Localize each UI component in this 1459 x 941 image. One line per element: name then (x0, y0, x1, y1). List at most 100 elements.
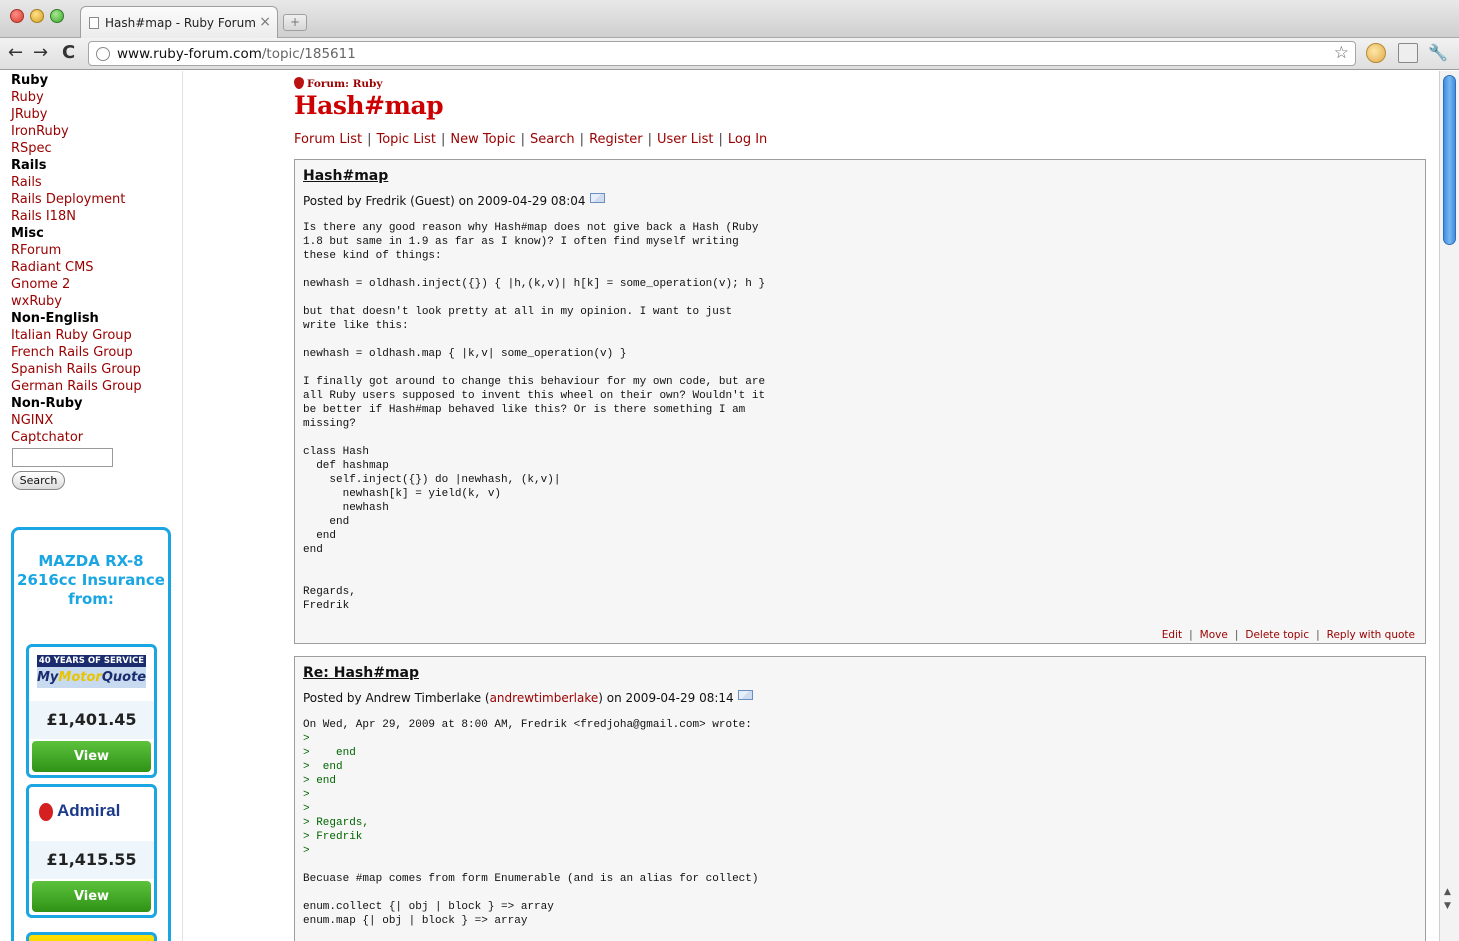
sidebar-link[interactable]: Italian Ruby Group (11, 327, 142, 344)
post-title[interactable]: Re: Hash#map (303, 665, 419, 681)
ad-headline-line1: MAZDA RX-8 (38, 552, 144, 570)
url-path: /topic/185611 (261, 46, 356, 62)
minimize-window-button[interactable] (30, 9, 44, 23)
back-button[interactable]: ← (8, 42, 23, 64)
logo-part-motor: Motor (58, 670, 102, 685)
nav-link[interactable]: Search (530, 132, 575, 147)
page-title: Hash#map (294, 91, 444, 120)
nav-separator: | (367, 132, 372, 147)
quoted-text: > > end > end > end > > > Regards, > Fre… (303, 733, 370, 857)
sidebar-link[interactable]: Rails I18N (11, 208, 142, 225)
nav-link[interactable]: Forum List (294, 132, 362, 147)
close-window-button[interactable] (10, 9, 24, 23)
sidebar-link[interactable]: Captchator (11, 429, 142, 446)
reload-button[interactable]: C (62, 42, 75, 64)
view-quote-button[interactable]: View (32, 741, 151, 772)
quote-price: £1,415.55 (29, 841, 154, 879)
admiral-mark-icon (39, 803, 53, 821)
action-separator: | (1189, 629, 1193, 641)
mymotorquote-logo: 40 YEARS OF SERVICE MyMotorQuote (29, 647, 154, 701)
nav-separator: | (579, 132, 585, 147)
zoom-window-button[interactable] (50, 9, 64, 23)
post-title[interactable]: Hash#map (303, 168, 388, 184)
nav-separator: | (520, 132, 525, 147)
sidebar-link[interactable]: German Rails Group (11, 378, 142, 395)
post-action-link[interactable]: Delete topic (1245, 629, 1309, 641)
quote-price: £1,401.45 (29, 701, 154, 739)
browser-toolbar: ← → C www.ruby-forum.com/topic/185611 ☆ … (0, 38, 1459, 70)
new-tab-button[interactable]: + (283, 14, 307, 31)
sidebar-link[interactable]: Radiant CMS (11, 259, 142, 276)
address-bar[interactable]: www.ruby-forum.com/topic/185611 ☆ (88, 41, 1356, 66)
insurance-ad[interactable]: MAZDA RX-8 2616cc Insurance from: 40 YEA… (11, 527, 171, 941)
sidebar-link[interactable]: Spanish Rails Group (11, 361, 142, 378)
nav-link[interactable]: New Topic (450, 132, 515, 147)
post-byline: Posted by Andrew Timberlake ( (303, 691, 490, 705)
sidebar-link[interactable]: Gnome 2 (11, 276, 142, 293)
url-host: www.ruby-forum.com (117, 46, 262, 62)
logo-part-my: My (37, 670, 59, 685)
logo-wordmark: MyMotorQuote (37, 667, 146, 688)
logo-tagline: 40 YEARS OF SERVICE (37, 655, 146, 667)
vertical-scrollbar[interactable]: ▲ ▼ (1439, 71, 1459, 941)
forum-label: Forum: Ruby (307, 78, 383, 90)
sidebar-link[interactable]: IronRuby (11, 123, 142, 140)
sidebar-link[interactable]: NGINX (11, 412, 142, 429)
post-action-link[interactable]: Move (1200, 629, 1228, 641)
post-action-link[interactable]: Reply with quote (1327, 629, 1415, 641)
sidebar-heading: Non-Ruby (11, 396, 83, 411)
scroll-down-arrow-icon[interactable]: ▼ (1444, 901, 1451, 911)
mail-icon[interactable] (589, 193, 605, 203)
sidebar-search-input[interactable] (12, 448, 113, 467)
post-actions: Edit | Move | Delete topic | Reply with quote (1162, 629, 1415, 641)
sidebar-link[interactable]: RSpec (11, 140, 142, 157)
nav-link[interactable]: User List (657, 132, 714, 147)
ad-headline-line2: 2616cc Insurance (17, 571, 165, 589)
post-body: Becuase #map comes from form Enumerable … (303, 873, 759, 927)
forward-button[interactable]: → (33, 42, 48, 64)
sidebar-link[interactable]: JRuby (11, 106, 142, 123)
browser-tab-bar: Hash#map - Ruby Forum × + (0, 0, 1459, 38)
forum-nav: Forum List | Topic List | New Topic | Search | R… (294, 132, 767, 147)
bookmark-star-icon[interactable]: ☆ (1334, 43, 1349, 63)
sidebar-heading: Non-English (11, 311, 99, 326)
sidebar-link[interactable]: French Rails Group (11, 344, 142, 361)
mail-icon[interactable] (737, 690, 753, 700)
post-body-intro: On Wed, Apr 29, 2009 at 8:00 AM, Fredrik… (303, 719, 752, 731)
nav-separator: | (441, 132, 446, 147)
author-link[interactable]: andrewtimberlake (490, 691, 599, 705)
sidebar-search-button[interactable]: Search (12, 471, 65, 490)
tab-close-icon[interactable]: × (259, 14, 271, 30)
post-date: ) on 2009-04-29 08:14 (598, 691, 734, 705)
admiral-logo: Admiral (29, 787, 154, 841)
post-action-link[interactable]: Edit (1162, 629, 1182, 641)
sidebar-link[interactable]: RForum (11, 242, 142, 259)
sidebar-link[interactable]: wxRuby (11, 293, 142, 310)
nav-link[interactable]: Topic List (376, 132, 436, 147)
sidebar-nav: Ruby Ruby JRuby IronRuby RSpec Rails Rails Rail… (11, 72, 142, 446)
browser-tab[interactable]: Hash#map - Ruby Forum × (80, 6, 278, 38)
page-content: Ruby Ruby JRuby IronRuby RSpec Rails Rails Rail… (0, 71, 1439, 941)
scrollbar-thumb[interactable] (1443, 75, 1456, 245)
ad-headline: MAZDA RX-8 2616cc Insurance from: (14, 552, 168, 609)
forum-breadcrumb[interactable]: Forum: Ruby (294, 77, 383, 90)
view-quote-button[interactable]: View (32, 881, 151, 912)
sidebar-link[interactable]: Rails Deployment (11, 191, 142, 208)
ad-quote-card: Admiral £1,415.55 View (26, 784, 157, 918)
nav-link[interactable]: Log In (728, 132, 767, 147)
extension-icon[interactable] (1366, 43, 1386, 63)
action-separator: | (1234, 629, 1239, 641)
sidebar-link[interactable]: Ruby (11, 89, 142, 106)
ruby-gem-icon (294, 77, 304, 89)
page-menu-icon[interactable] (1398, 43, 1418, 63)
sidebar-heading: Misc (11, 226, 44, 241)
sidebar-link[interactable]: Rails (11, 174, 142, 191)
wrench-icon[interactable]: 🔧 (1428, 43, 1448, 63)
scroll-up-arrow-icon[interactable]: ▲ (1444, 887, 1451, 897)
admiral-wordmark: Admiral (39, 801, 120, 821)
nav-link[interactable]: Register (589, 132, 643, 147)
nav-separator: | (647, 132, 652, 147)
post-byline: Posted by Fredrik (Guest) on 2009-04-29 … (303, 194, 586, 208)
url-text: www.ruby-forum.com/topic/185611 (117, 46, 356, 62)
tab-title: Hash#map - Ruby Forum (105, 16, 256, 30)
